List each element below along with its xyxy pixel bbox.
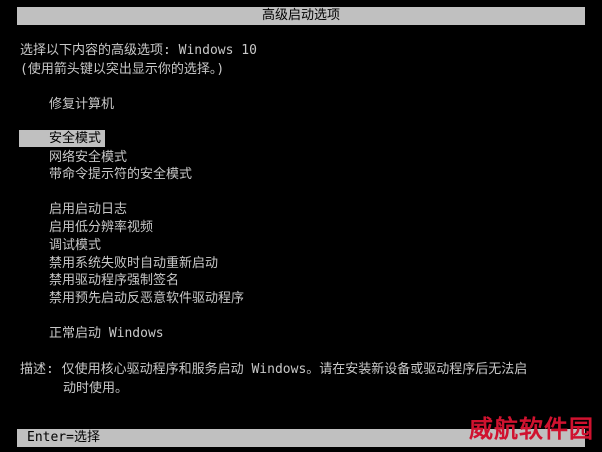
menu-item-safe-mode-networking[interactable]: 网络安全模式 [49,149,127,166]
menu-item-debugging-mode[interactable]: 调试模式 [49,237,101,254]
menu-item-start-windows-normally[interactable]: 正常启动 Windows [49,325,164,342]
watermark-logo: 威航软件园 [469,414,594,443]
description-line-2: 动时使用。 [63,381,129,396]
menu-item-enable-boot-logging[interactable]: 启用启动日志 [49,201,127,218]
title-bar: 高级启动选项 [17,7,585,25]
prompt-instruction-line: (使用箭头键以突出显示你的选择。) [20,62,225,77]
prompt-os-line: 选择以下内容的高级选项: Windows 10 [20,43,257,58]
menu-item-enable-low-res-video[interactable]: 启用低分辨率视频 [49,219,153,236]
menu-item-disable-early-antimalware[interactable]: 禁用预先启动反恶意软件驱动程序 [49,290,244,307]
menu-item-safe-mode-command-prompt[interactable]: 带命令提示符的安全模式 [49,166,192,183]
menu-item-safe-mode[interactable]: 安全模式 [19,130,105,147]
menu-item-disable-driver-signature[interactable]: 禁用驱动程序强制签名 [49,272,179,289]
boot-options-screen: 高级启动选项 选择以下内容的高级选项: Windows 10 (使用箭头键以突出… [0,0,602,452]
menu-item-disable-auto-restart[interactable]: 禁用系统失败时自动重新启动 [49,255,218,272]
menu-item-repair-computer[interactable]: 修复计算机 [49,96,114,113]
description-text: 描述: 仅使用核心驱动程序和服务启动 Windows。请在安装新设备或驱动程序后… [20,360,590,398]
description-line-1: 描述: 仅使用核心驱动程序和服务启动 Windows。请在安装新设备或驱动程序后… [20,362,528,377]
